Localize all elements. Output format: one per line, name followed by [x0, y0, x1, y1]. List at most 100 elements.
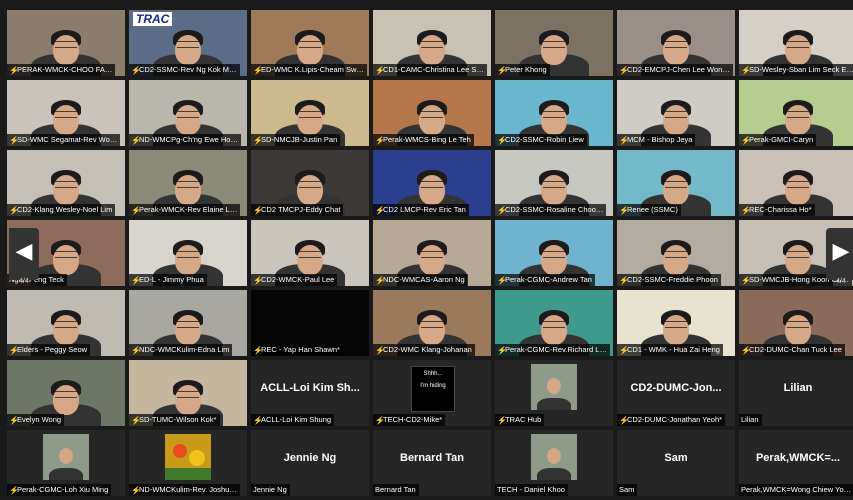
participant-tile[interactable]: ⚡ND-WMCPg-Ch'ng Ewe Ho…	[129, 80, 247, 146]
participant-tile[interactable]: ⚡CD2-WMC Klang-Johanan	[373, 290, 491, 356]
participant-tile[interactable]: ⚡CD1 - WMK - Hua Zai Heng	[617, 290, 735, 356]
participant-tile[interactable]: ⚡Renee (SSMC)	[617, 150, 735, 216]
participant-name-label: ⚡ACLL-Loi Kim Shung	[251, 414, 335, 426]
mic-muted-icon: ⚡	[375, 416, 385, 425]
participant-tile[interactable]: ⚡NDC-WMCKulim-Edna Lim	[129, 290, 247, 356]
participant-tile[interactable]: Sam Sam	[617, 430, 735, 496]
participant-tile[interactable]: Perak,WMCK=... Perak,WMCK=Wong Chiew Yo…	[739, 430, 853, 496]
participant-tile[interactable]: TECH - Daniel Khoo	[495, 430, 613, 496]
participant-tile[interactable]: ⚡ND-WMCKulim-Rev. Joshu…	[129, 430, 247, 496]
participant-name-label: ⚡Perak-WMCS-Bing Le Teh	[373, 134, 474, 146]
participant-tile[interactable]: ⚡SD-TUMC-Wilson Kok*	[129, 360, 247, 426]
participant-name-label: ⚡ND-WMCPg-Ch'ng Ewe Ho…	[129, 134, 241, 146]
participant-tile[interactable]: CD2-DUMC-Jon... ⚡CD2-DUMC-Jonathan Yeoh*	[617, 360, 735, 426]
participant-display-name: Sam	[664, 452, 688, 464]
participant-tile[interactable]: ⚡PERAK-WMCK-CHOO FA…	[7, 10, 125, 76]
participant-tile[interactable]: ⚡CD2-SSMC-Rosaline Choo…	[495, 150, 613, 216]
participant-tile[interactable]: ⚡SD-WMC Segamat-Rev Wo…	[7, 80, 125, 146]
participant-tile[interactable]: ⚡SD-NMCJB-Justin Pan	[251, 80, 369, 146]
participant-tile[interactable]: Jennie Ng Jennie Ng	[251, 430, 369, 496]
participant-name-label: ⚡CD2-Klang Wesley-Noel Lim	[7, 204, 116, 216]
participant-tile[interactable]: ⚡CD2-Klang Wesley-Noel Lim	[7, 150, 125, 216]
participant-name-label: ⚡CD2-WMCK-Paul Lee	[251, 274, 338, 286]
participant-tile[interactable]: ACLL-Loi Kim Sh... ⚡ACLL-Loi Kim Shung	[251, 360, 369, 426]
participant-name-label: ⚡Perak-CGMC-Rev.Richard L…	[495, 344, 610, 356]
participant-name-label: ⚡Perak-CGMC-Loh Xiu Ming	[7, 484, 112, 496]
participant-tile[interactable]: ⚡ED-WMC K.Lipis-Cheam Sw…	[251, 10, 369, 76]
participant-tile[interactable]: ⚡Perak-WMCK-Rev Elaine L…	[129, 150, 247, 216]
mic-muted-icon: ⚡	[497, 206, 507, 215]
participant-name: Perak-WMCK-Rev Elaine L…	[139, 205, 238, 214]
participant-name-label: ⚡CD2-DUMC-Chan Tuck Lee	[739, 344, 845, 356]
participant-tile[interactable]: ⚡Elders - Peggy Seow	[7, 290, 125, 356]
participant-tile[interactable]: ⚡CD2-WMCK-Paul Lee	[251, 220, 369, 286]
mic-muted-icon: ⚡	[131, 206, 141, 215]
participant-name: Perak-CGMC-Loh Xiu Ming	[17, 485, 109, 494]
participant-name: CD2-SSMC-Freddie Phoon	[627, 275, 718, 284]
participant-tile[interactable]: ⚡CD2-SSMC-Robin Liew	[495, 80, 613, 146]
participant-tile[interactable]: ⚡Perak-WMCS-Bing Le Teh	[373, 80, 491, 146]
participant-tile[interactable]: ⚡SD-Wesley-Sban Lim Seck E…	[739, 10, 853, 76]
mic-muted-icon: ⚡	[375, 136, 385, 145]
participant-name-label: ⚡TECH-CD2-Mike*	[373, 414, 446, 426]
participant-tile[interactable]: ⚡Perak-CGMC-Andrew Tan	[495, 220, 613, 286]
participant-name-label: ⚡ED-WMC K.Lipis-Cheam Sw…	[251, 64, 367, 76]
participant-tile[interactable]: ⚡CD1-CAMC-Christina Lee S…	[373, 10, 491, 76]
participant-tile[interactable]: ⚡Perak-CGMC-Loh Xiu Ming	[7, 430, 125, 496]
participant-tile[interactable]: Shhh... I'm hiding ⚡TECH-CD2-Mike*	[373, 360, 491, 426]
participant-name: Elders - Peggy Seow	[17, 345, 88, 354]
chevron-right-icon: ▶	[832, 238, 850, 263]
participant-name: ND-WMCPg-Ch'ng Ewe Ho…	[139, 135, 238, 144]
participant-tile[interactable]: ⚡REC-Charissa Ho*	[739, 150, 853, 216]
participant-name-label: ⚡Perak-GMCI-Caryn	[739, 134, 817, 146]
next-page-button[interactable]: ▶ 4/4	[826, 228, 853, 285]
profile-picture	[531, 434, 577, 480]
participant-tile[interactable]: TRAC ⚡CD2-SSMC-Rev Ng Kok M…	[129, 10, 247, 76]
previous-page-button[interactable]: ◀ 4/4	[9, 228, 39, 285]
participant-tile[interactable]: ⚡CD2-SSMC-Freddie Phoon	[617, 220, 735, 286]
page-indicator-left: 4/4	[19, 278, 29, 285]
participant-tile[interactable]: ⚡Perak-CGMC-Rev.Richard L…	[495, 290, 613, 356]
participant-tile[interactable]: ⚡MCM - Bishop Jeya	[617, 80, 735, 146]
participant-name: CD2-DUMC-Jonathan Yeoh*	[627, 415, 723, 424]
participant-name: ND-WMCKulim-Rev. Joshu…	[139, 485, 237, 494]
participant-name-label: Jennie Ng	[251, 484, 290, 496]
mic-muted-icon: ⚡	[741, 346, 751, 355]
participant-tile[interactable]: ⚡REC - Yap Han Shawn*	[251, 290, 369, 356]
participant-name: Lilian	[741, 415, 759, 424]
participant-name: CD2-SSMC-Rev Ng Kok M…	[139, 65, 237, 74]
mic-muted-icon: ⚡	[741, 206, 751, 215]
participant-name: CD2-WMCK-Paul Lee	[261, 275, 335, 284]
participant-tile[interactable]: Bernard Tan Bernard Tan	[373, 430, 491, 496]
mic-muted-icon: ⚡	[619, 276, 629, 285]
page-indicator-right: 4/4	[836, 278, 846, 285]
mic-muted-icon: ⚡	[9, 66, 19, 75]
participant-tile[interactable]: ⚡NDC-WMCAS-Aaron Ng	[373, 220, 491, 286]
participant-name: TECH - Daniel Khoo	[497, 485, 565, 494]
participant-tile[interactable]: ⚡CD2-DUMC-Chan Tuck Lee	[739, 290, 853, 356]
mic-muted-icon: ⚡	[375, 276, 385, 285]
mic-muted-icon: ⚡	[741, 66, 751, 75]
participant-name-label: ⚡TRAC Hub	[495, 414, 545, 426]
participant-tile[interactable]: ⚡CD2 LMCP-Rev Eric Tan	[373, 150, 491, 216]
participant-name-label: ⚡CD1 - WMK - Hua Zai Heng	[617, 344, 723, 356]
participant-tile[interactable]: ⚡CD2 TMCPJ-Eddy Chat	[251, 150, 369, 216]
participant-display-name: Lilian	[783, 382, 813, 394]
mic-muted-icon: ⚡	[131, 66, 141, 75]
participant-name-label: ⚡SD-TUMC-Wilson Kok*	[129, 414, 220, 426]
participant-tile[interactable]: ⚡ED-L - Jimmy Phua	[129, 220, 247, 286]
participant-name-label: ⚡CD2-WMC Klang-Johanan	[373, 344, 475, 356]
participant-tile[interactable]: ⚡TRAC Hub	[495, 360, 613, 426]
mic-muted-icon: ⚡	[253, 276, 263, 285]
mic-muted-icon: ⚡	[497, 276, 507, 285]
participant-tile[interactable]: Lilian Lilian	[739, 360, 853, 426]
profile-caption: I'm hiding	[420, 383, 446, 389]
participant-tile[interactable]: ⚡Evelyn Wong	[7, 360, 125, 426]
mic-muted-icon: ⚡	[131, 416, 141, 425]
mic-muted-icon: ⚡	[131, 486, 141, 495]
participant-tile[interactable]: ⚡Perak-GMCI-Caryn	[739, 80, 853, 146]
participant-name-label: ⚡NDC-WMCKulim-Edna Lim	[129, 344, 233, 356]
mic-muted-icon: ⚡	[131, 276, 141, 285]
participant-tile[interactable]: ⚡CD2-EMCPJ-Chen Lee Won…	[617, 10, 735, 76]
participant-tile[interactable]: ⚡Peter Khong	[495, 10, 613, 76]
